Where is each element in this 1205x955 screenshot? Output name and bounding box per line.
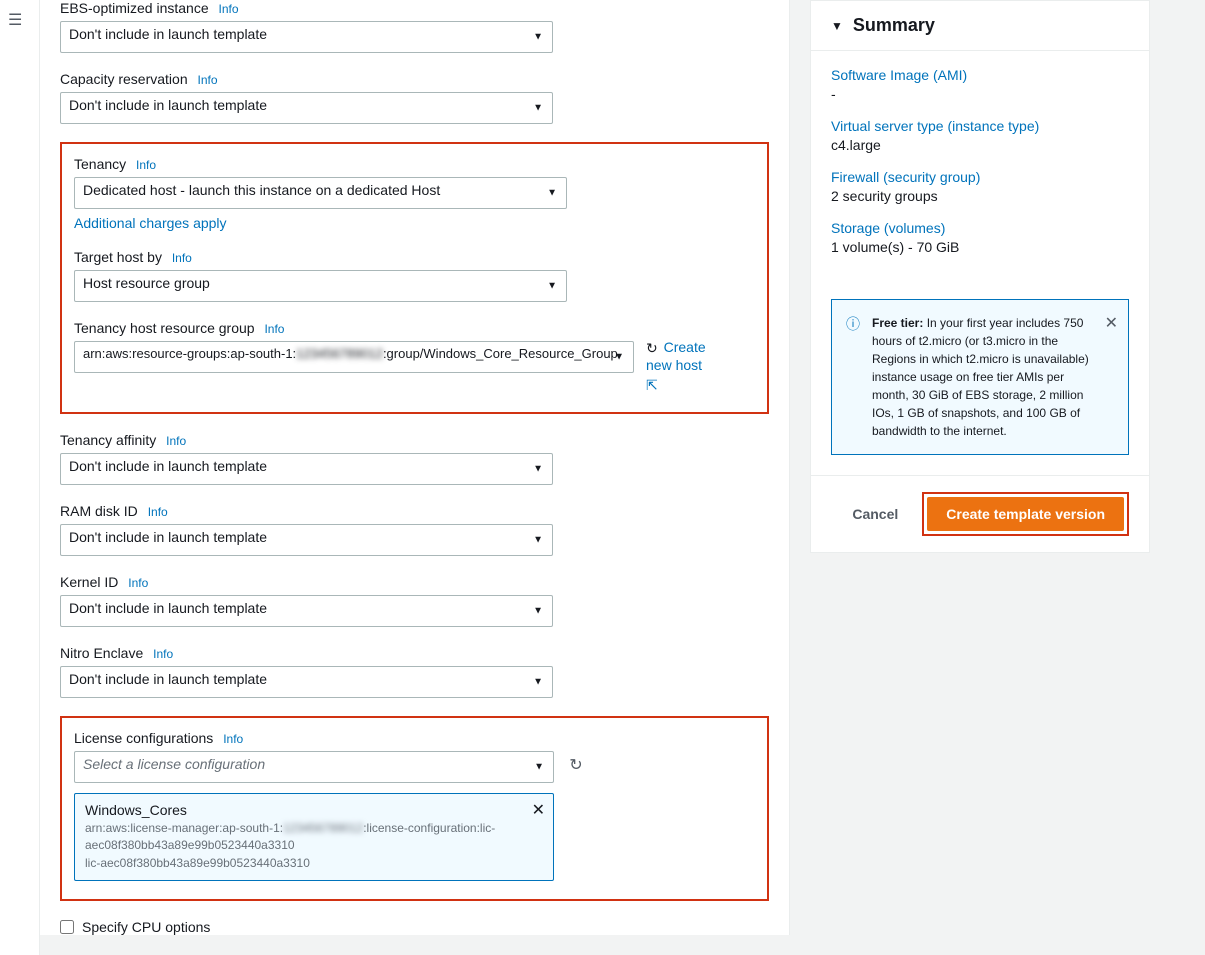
remove-token-icon[interactable]: ✕ <box>532 800 545 820</box>
tenancy-info-link[interactable]: Info <box>136 158 156 172</box>
hrg-arn-account: 123456789012 <box>296 346 383 361</box>
capacity-reservation-select[interactable]: Don't include in launch template <box>60 92 553 124</box>
license-info-link[interactable]: Info <box>223 732 243 746</box>
license-token: Windows_Cores arn:aws:license-manager:ap… <box>74 793 554 881</box>
summary-ami-link[interactable]: Software Image (AMI) <box>831 67 1129 83</box>
summary-toggle[interactable]: ▼ Summary <box>811 1 1149 51</box>
create-template-version-button[interactable]: Create template version <box>927 497 1124 531</box>
license-token-id: lic-aec08f380bb43a89e99b0523440a3310 <box>85 855 523 872</box>
affinity-info-link[interactable]: Info <box>166 434 186 448</box>
kernel-info-link[interactable]: Info <box>128 576 148 590</box>
summary-sg-link[interactable]: Firewall (security group) <box>831 169 1129 185</box>
specify-cpu-checkbox[interactable] <box>60 920 74 934</box>
summary-title: Summary <box>853 15 935 36</box>
kernel-select[interactable]: Don't include in launch template <box>60 595 553 627</box>
summary-storage-value: 1 volume(s) - 70 GiB <box>831 239 959 255</box>
free-tier-text: In your first year includes 750 hours of… <box>872 316 1089 438</box>
ramdisk-select[interactable]: Don't include in launch template <box>60 524 553 556</box>
tenancy-label: Tenancy <box>74 156 126 172</box>
tenancy-affinity-select[interactable]: Don't include in launch template <box>60 453 553 485</box>
summary-ami-value: - <box>831 86 836 102</box>
hrg-arn-prefix: arn:aws:resource-groups:ap-south-1: <box>83 346 296 361</box>
license-token-title: Windows_Cores <box>85 802 523 818</box>
kernel-label: Kernel ID <box>60 574 118 590</box>
tenancy-highlight-region: Tenancy Info Dedicated host - launch thi… <box>60 142 769 414</box>
info-icon: ⓘ <box>846 314 860 335</box>
nitro-select[interactable]: Don't include in launch template <box>60 666 553 698</box>
refresh-icon[interactable]: ↻ <box>646 340 658 357</box>
target-host-info-link[interactable]: Info <box>172 251 192 265</box>
summary-storage-link[interactable]: Storage (volumes) <box>831 220 1129 236</box>
additional-charges-link[interactable]: Additional charges apply <box>74 215 227 231</box>
hrg-arn-suffix: :group/Windows_Core_Resource_Group <box>383 346 618 361</box>
capacity-info-link[interactable]: Info <box>198 73 218 87</box>
free-tier-heading: Free tier: <box>872 316 923 330</box>
hrg-label: Tenancy host resource group <box>74 320 255 336</box>
specify-cpu-label: Specify CPU options <box>82 919 210 935</box>
summary-instance-value: c4.large <box>831 137 881 153</box>
license-label: License configurations <box>74 730 213 746</box>
target-host-select[interactable]: Host resource group <box>74 270 567 302</box>
ebs-optimized-label: EBS-optimized instance <box>60 0 209 16</box>
tenancy-affinity-label: Tenancy affinity <box>60 432 156 448</box>
nitro-info-link[interactable]: Info <box>153 647 173 661</box>
external-link-icon[interactable]: ⇱ <box>646 377 716 394</box>
summary-panel: ▼ Summary Software Image (AMI) - Virtual… <box>810 0 1150 553</box>
ebs-optimized-select[interactable]: Don't include in launch template <box>60 21 553 53</box>
refresh-icon: ↻ <box>569 755 582 775</box>
close-info-icon[interactable]: ✕ <box>1105 312 1118 336</box>
caret-down-icon: ▼ <box>831 19 843 33</box>
hrg-info-link[interactable]: Info <box>264 322 284 336</box>
capacity-reservation-label: Capacity reservation <box>60 71 188 87</box>
cancel-button[interactable]: Cancel <box>840 500 910 528</box>
license-token-arn: arn:aws:license-manager:ap-south-1:12345… <box>85 820 523 854</box>
summary-instance-link[interactable]: Virtual server type (instance type) <box>831 118 1129 134</box>
ramdisk-label: RAM disk ID <box>60 503 138 519</box>
license-highlight-region: License configurations Info Select a lic… <box>60 716 769 901</box>
summary-sg-value: 2 security groups <box>831 188 938 204</box>
license-refresh-button[interactable]: ↻ <box>562 751 590 779</box>
tenancy-select[interactable]: Dedicated host - launch this instance on… <box>74 177 567 209</box>
nitro-label: Nitro Enclave <box>60 645 143 661</box>
hrg-select[interactable]: arn:aws:resource-groups:ap-south-1:12345… <box>74 341 634 373</box>
license-select[interactable]: Select a license configuration <box>74 751 554 783</box>
target-host-label: Target host by <box>74 249 162 265</box>
ramdisk-info-link[interactable]: Info <box>148 505 168 519</box>
ebs-info-link[interactable]: Info <box>219 2 239 16</box>
hamburger-menu-icon[interactable]: ☰ <box>8 10 31 30</box>
free-tier-info-box: ⓘ ✕ Free tier: In your first year includ… <box>831 299 1129 455</box>
